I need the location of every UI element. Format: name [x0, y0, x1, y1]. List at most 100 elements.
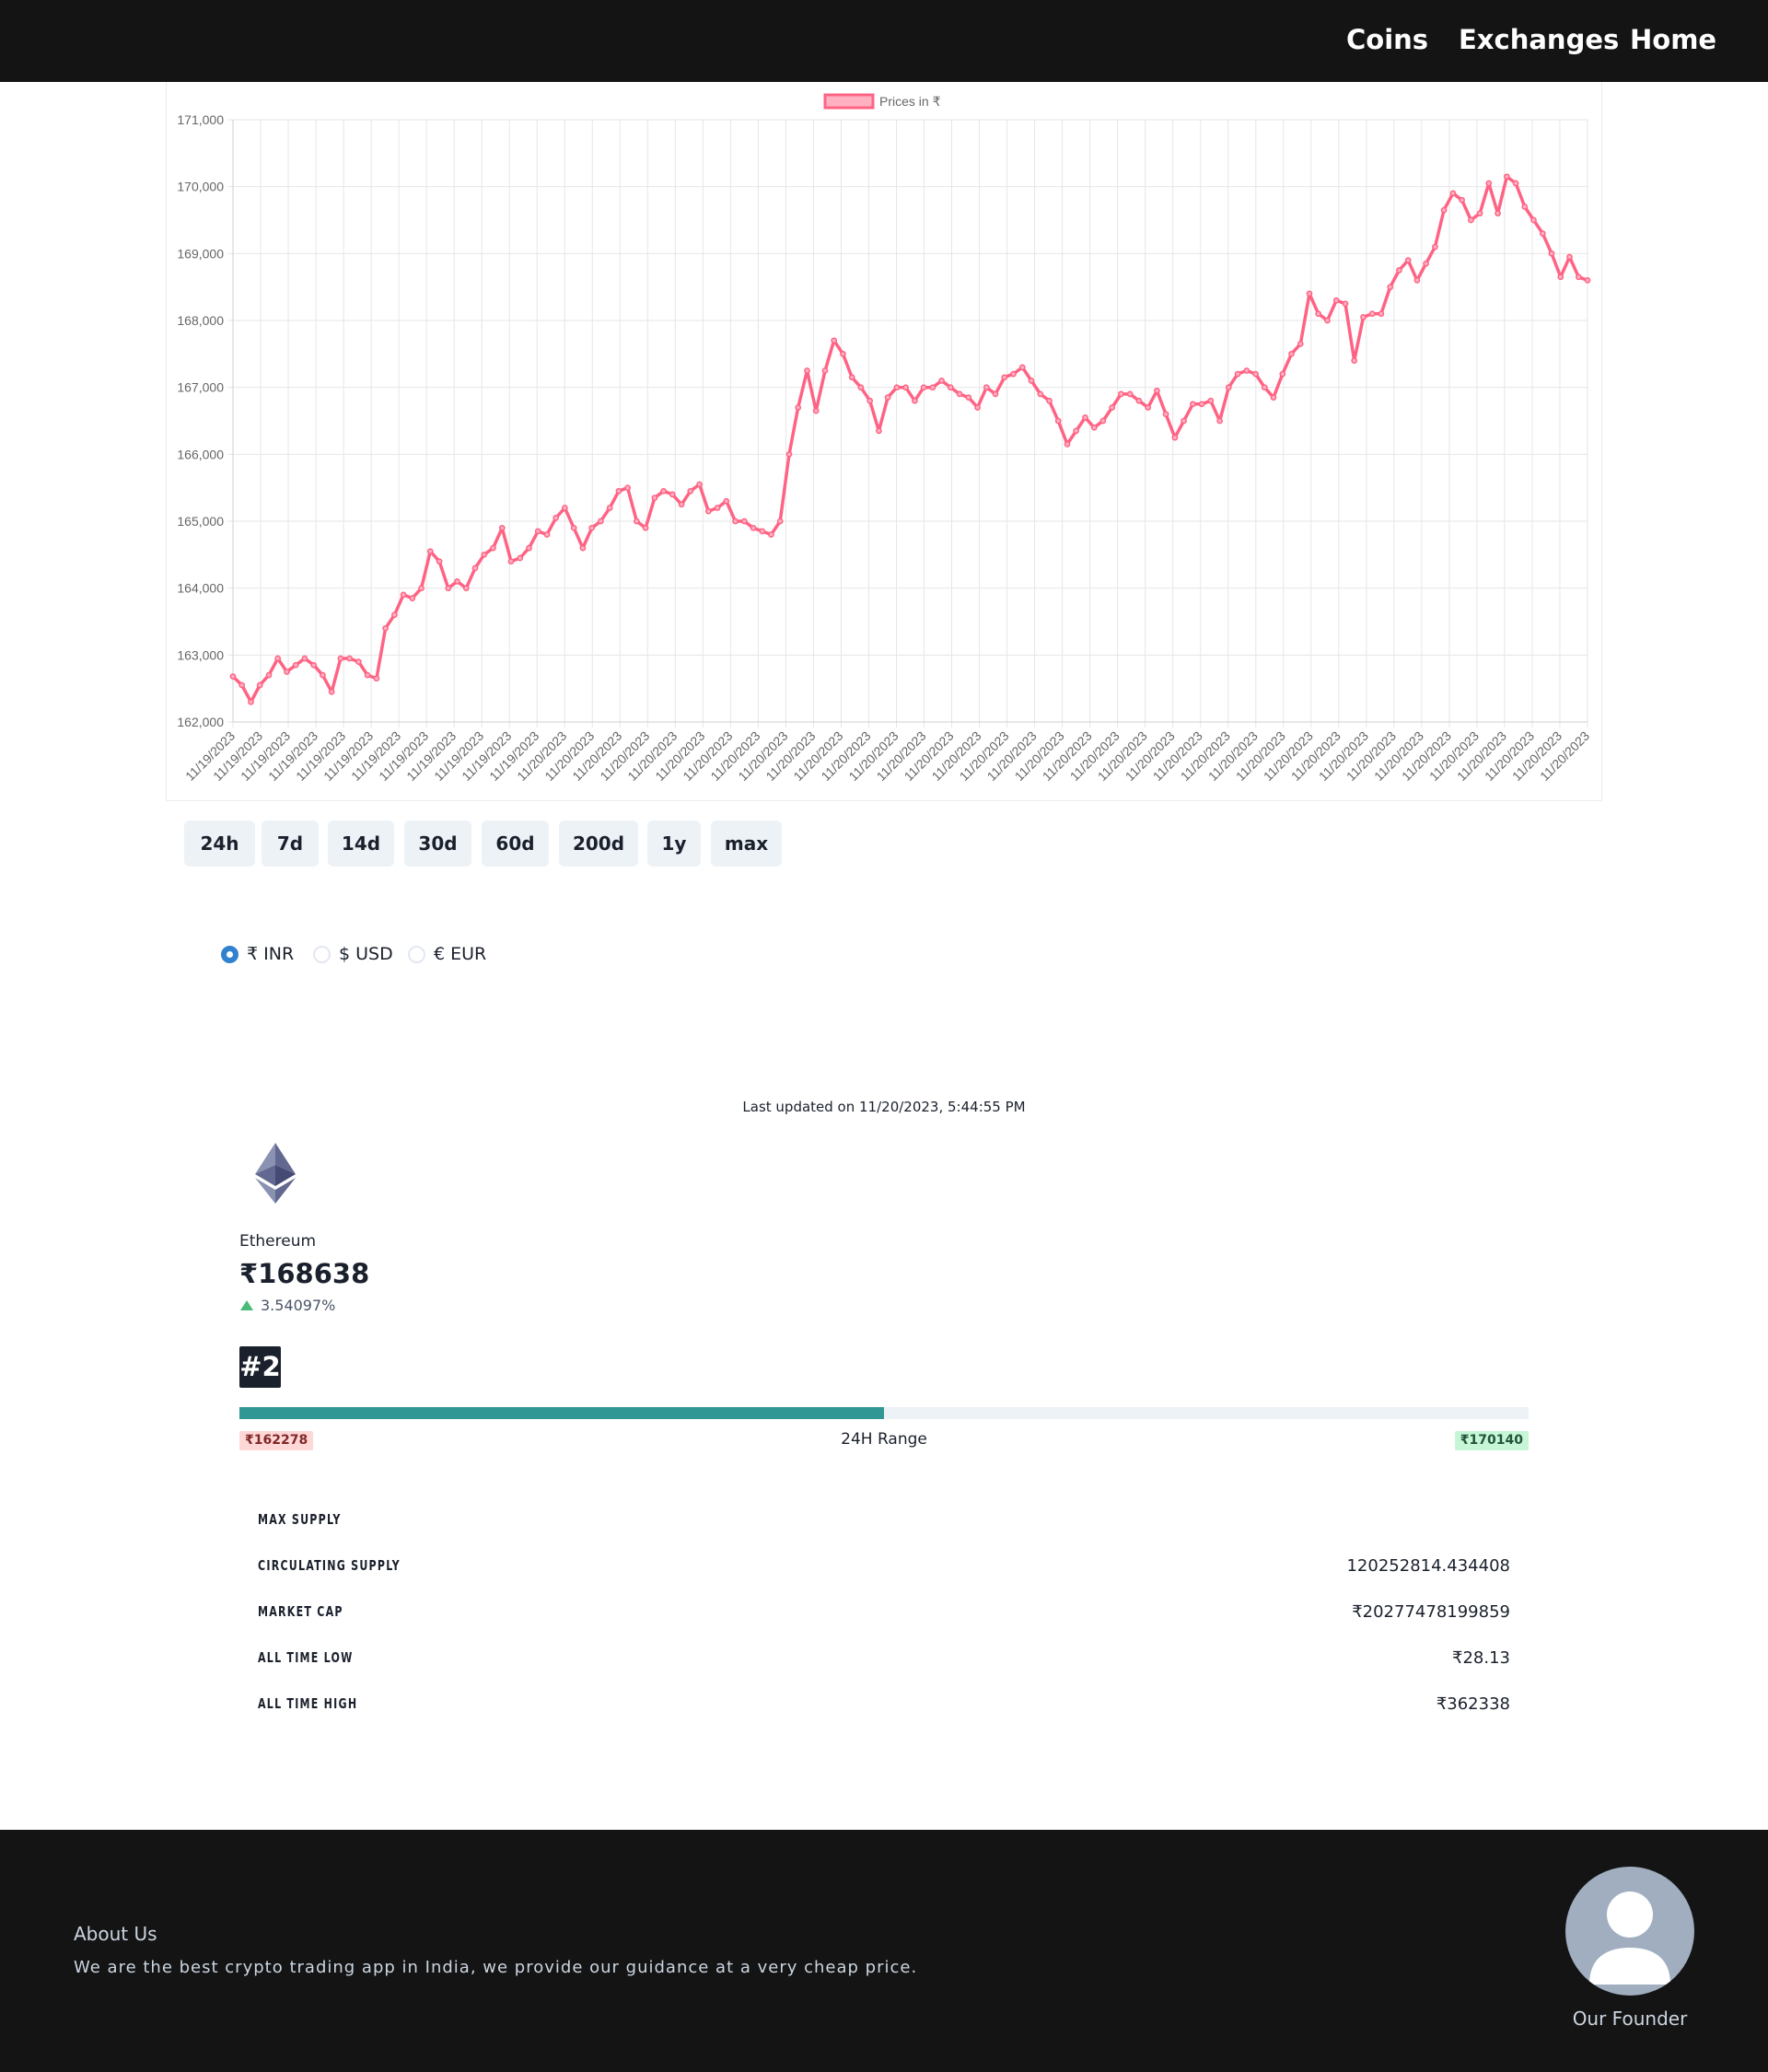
- price-point[interactable]: [445, 585, 452, 592]
- price-point[interactable]: [1109, 404, 1116, 411]
- price-point[interactable]: [687, 487, 694, 495]
- radio-unchecked-icon[interactable]: [313, 945, 331, 963]
- price-point[interactable]: [1423, 260, 1429, 267]
- price-point[interactable]: [507, 558, 515, 565]
- price-point[interactable]: [534, 528, 541, 535]
- price-point[interactable]: [1190, 401, 1196, 408]
- price-point[interactable]: [992, 390, 999, 398]
- price-point[interactable]: [1252, 370, 1259, 378]
- price-point[interactable]: [956, 390, 963, 398]
- price-point[interactable]: [759, 528, 766, 535]
- price-point[interactable]: [884, 394, 891, 401]
- price-point[interactable]: [1261, 384, 1268, 391]
- price-point[interactable]: [1539, 230, 1546, 237]
- price-point[interactable]: [481, 551, 488, 558]
- price-point[interactable]: [1288, 350, 1295, 357]
- price-point[interactable]: [1090, 424, 1098, 431]
- price-point[interactable]: [1154, 387, 1160, 394]
- price-point[interactable]: [436, 558, 443, 565]
- price-point[interactable]: [1207, 397, 1215, 404]
- price-point[interactable]: [248, 698, 254, 705]
- price-point[interactable]: [1503, 173, 1510, 180]
- price-point[interactable]: [920, 384, 927, 391]
- price-point[interactable]: [857, 384, 865, 391]
- price-point[interactable]: [1279, 370, 1286, 378]
- range-button-14d[interactable]: 14d: [328, 821, 394, 867]
- price-point[interactable]: [678, 501, 685, 508]
- price-point[interactable]: [364, 671, 371, 679]
- price-point[interactable]: [1162, 411, 1169, 418]
- price-point[interactable]: [776, 518, 784, 525]
- price-point[interactable]: [1548, 250, 1555, 257]
- price-point[interactable]: [1432, 243, 1438, 250]
- price-point[interactable]: [1073, 427, 1080, 435]
- price-point[interactable]: [669, 491, 676, 498]
- price-point[interactable]: [1413, 277, 1421, 284]
- price-point[interactable]: [1082, 414, 1088, 421]
- price-point[interactable]: [634, 518, 640, 525]
- price-point[interactable]: [660, 487, 667, 495]
- price-point[interactable]: [1306, 290, 1313, 297]
- price-point[interactable]: [1297, 341, 1304, 347]
- price-point[interactable]: [1368, 310, 1376, 318]
- price-point[interactable]: [1521, 204, 1529, 210]
- price-point[interactable]: [391, 611, 398, 619]
- price-point[interactable]: [1512, 180, 1519, 187]
- price-point[interactable]: [1315, 310, 1322, 318]
- price-point[interactable]: [1440, 206, 1448, 214]
- price-point[interactable]: [785, 450, 793, 458]
- price-point[interactable]: [651, 495, 658, 501]
- price-point[interactable]: [1468, 216, 1474, 224]
- range-button-1y[interactable]: 1y: [647, 821, 701, 867]
- price-point[interactable]: [1449, 190, 1457, 197]
- price-point[interactable]: [876, 427, 882, 435]
- price-point[interactable]: [562, 505, 568, 511]
- price-point[interactable]: [714, 505, 721, 511]
- range-button-30d[interactable]: 30d: [404, 821, 471, 867]
- price-point[interactable]: [256, 681, 263, 689]
- price-point[interactable]: [840, 350, 846, 357]
- price-point[interactable]: [624, 484, 631, 492]
- price-point[interactable]: [579, 544, 587, 552]
- price-point[interactable]: [1404, 257, 1412, 263]
- price-point[interactable]: [1495, 210, 1501, 217]
- price-point[interactable]: [983, 384, 990, 391]
- price-point[interactable]: [704, 507, 712, 515]
- price-point[interactable]: [310, 661, 318, 669]
- price-point[interactable]: [1126, 390, 1134, 398]
- price-point[interactable]: [1198, 401, 1205, 408]
- price-point[interactable]: [409, 595, 416, 601]
- price-point[interactable]: [1360, 314, 1367, 320]
- price-point[interactable]: [804, 367, 810, 374]
- price-point[interactable]: [498, 524, 506, 531]
- price-point[interactable]: [373, 675, 380, 682]
- price-point[interactable]: [974, 404, 981, 411]
- price-point[interactable]: [301, 655, 308, 662]
- range-button-60d[interactable]: 60d: [482, 821, 549, 867]
- price-point[interactable]: [426, 548, 434, 555]
- price-point[interactable]: [938, 378, 945, 384]
- price-point[interactable]: [1181, 417, 1187, 425]
- price-point[interactable]: [400, 591, 407, 599]
- price-point[interactable]: [229, 673, 237, 680]
- nav-coins-link[interactable]: Coins: [1346, 24, 1428, 55]
- price-point[interactable]: [1028, 378, 1035, 384]
- price-point[interactable]: [1270, 394, 1277, 401]
- currency-radio-inr[interactable]: ₹ INR: [221, 942, 294, 966]
- price-point[interactable]: [462, 585, 470, 592]
- price-point[interactable]: [740, 518, 748, 525]
- price-point[interactable]: [588, 524, 596, 531]
- currency-radio-usd[interactable]: $ USD: [313, 942, 393, 966]
- price-point[interactable]: [355, 658, 362, 665]
- range-button-max[interactable]: max: [711, 821, 782, 867]
- price-point[interactable]: [1054, 417, 1062, 425]
- price-point[interactable]: [831, 337, 838, 344]
- price-point[interactable]: [1216, 417, 1223, 425]
- price-point[interactable]: [471, 565, 479, 572]
- nav-home-link[interactable]: Home: [1630, 24, 1716, 55]
- price-point[interactable]: [750, 524, 757, 531]
- price-point[interactable]: [238, 681, 246, 689]
- price-point[interactable]: [490, 544, 496, 552]
- price-point[interactable]: [284, 669, 290, 675]
- price-point[interactable]: [328, 688, 335, 695]
